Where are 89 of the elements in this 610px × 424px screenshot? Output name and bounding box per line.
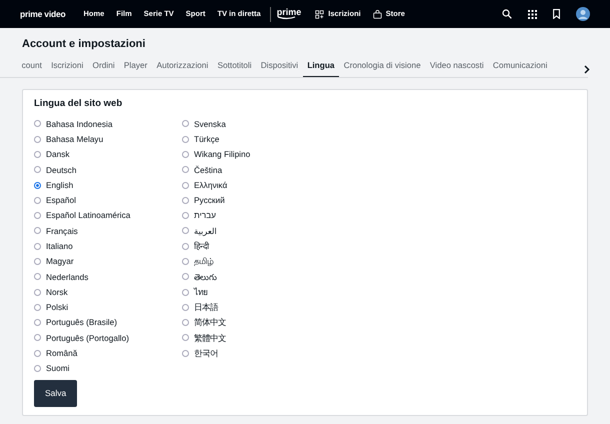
language-label[interactable]: हिन्दी [194,240,209,252]
radio-button[interactable] [34,365,41,372]
bag-icon [372,10,382,18]
radio-button[interactable] [34,273,41,280]
radio-button[interactable] [182,166,189,174]
prime-logo[interactable]: prime [276,8,302,20]
radio-button[interactable] [182,304,189,311]
radio-button[interactable] [182,196,189,204]
radio-button[interactable] [182,258,189,265]
language-label[interactable]: Svenska [194,118,226,130]
radio-button[interactable] [34,120,41,128]
save-button[interactable]: Salva [34,380,78,407]
radio-button[interactable] [182,350,189,357]
tab[interactable]: Player [119,58,152,77]
radio-button[interactable] [34,304,41,311]
language-label[interactable]: Ελληνικά [194,178,228,192]
tab[interactable]: Lingua [302,58,340,77]
radio-button[interactable] [182,120,189,128]
language-label[interactable]: Bahasa Melayu [46,132,104,146]
radio-button[interactable] [34,182,41,189]
tab[interactable]: Dispositivi [256,58,303,77]
radio-button[interactable] [34,288,41,296]
tab[interactable]: Autorizzazioni [152,58,213,77]
radio-button[interactable] [182,334,189,342]
radio-button[interactable] [34,196,41,204]
language-label[interactable]: 简体中文 [194,316,226,329]
section-title: Lingua del sito web [34,96,124,111]
language-label[interactable]: Português (Brasile) [46,316,118,329]
radio-button[interactable] [182,273,189,280]
radio-button[interactable] [34,212,41,220]
language-label[interactable]: ไทย [194,286,208,298]
language-label[interactable]: Dansk [46,148,70,161]
language-label[interactable]: తెలుగు [194,270,217,284]
radio-button[interactable] [34,227,41,234]
language-label[interactable]: العربية [194,224,217,238]
radio-button[interactable] [182,288,189,296]
tab[interactable]: Ordini [88,58,120,77]
language-label[interactable]: Nederlands [46,270,88,284]
language-label[interactable]: Română [46,347,78,360]
tab[interactable]: Comunicazioni [488,58,552,77]
tab[interactable]: Cronologia di visione [339,58,426,77]
radio-button[interactable] [34,136,41,143]
language-label[interactable]: Türkçe [194,132,220,146]
logo[interactable]: prime video [20,8,66,20]
radio-button[interactable] [34,258,41,265]
tab[interactable]: Sottotitoli [212,58,256,77]
radio-button[interactable] [34,150,41,158]
apps-icon[interactable] [528,10,537,18]
radio-button[interactable] [34,350,41,357]
language-label[interactable]: Wikang Filipino [194,148,250,161]
bookmark-icon[interactable] [553,9,560,19]
language-label[interactable]: Polski [46,301,68,314]
chevron-right-icon[interactable] [584,65,590,74]
language-label[interactable]: தமிழ் [194,255,213,268]
radio-button[interactable] [182,212,189,220]
language-label[interactable]: Français [46,224,78,238]
language-label[interactable]: Español Latinoamérica [46,209,130,222]
grid-icon [315,10,324,18]
avatar-icon[interactable] [576,7,590,21]
radio-button[interactable] [182,227,189,234]
language-label[interactable]: Português (Portogallo) [46,332,130,344]
language-label[interactable]: 繁體中文 [194,332,226,344]
tab[interactable]: count [17,58,46,77]
radio-button[interactable] [182,319,189,326]
radio-button[interactable] [182,150,189,158]
language-label[interactable]: English [46,178,74,192]
language-label[interactable]: Suomi [46,362,70,375]
language-label[interactable]: Deutsch [46,164,76,176]
tab[interactable]: Iscrizioni [46,58,88,77]
radio-button[interactable] [182,182,189,189]
language-label[interactable]: Русский [194,194,225,207]
language-label[interactable]: Bahasa Indonesia [46,118,112,130]
radio-button[interactable] [34,319,41,326]
radio-button[interactable] [182,242,189,250]
tab[interactable]: Video nascosti [425,58,488,77]
page-title: Account e impostazioni [21,37,146,52]
language-label[interactable]: Magyar [46,255,74,268]
language-label[interactable]: 日本語 [194,301,218,314]
language-label[interactable]: עברית [194,209,216,222]
search-icon[interactable] [502,9,512,19]
language-label[interactable]: 한국어 [194,347,218,360]
language-label[interactable]: Español [46,194,76,207]
radio-button[interactable] [182,136,189,143]
language-label[interactable]: Čeština [194,164,222,176]
radio-button[interactable] [34,166,41,174]
radio-button[interactable] [34,242,41,250]
language-label[interactable]: Norsk [46,286,68,298]
radio-button[interactable] [34,334,41,342]
language-label[interactable]: Italiano [46,240,73,252]
